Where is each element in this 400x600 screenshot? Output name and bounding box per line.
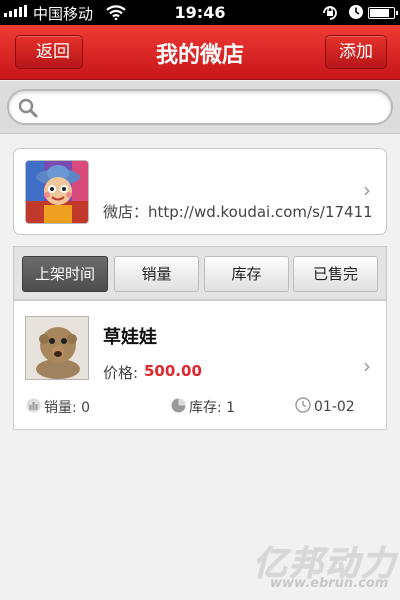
price-value: 500.00 (144, 362, 202, 380)
pie-chart-icon (171, 398, 186, 417)
sort-tabs: 上架时间 销量 库存 已售完 (13, 246, 387, 300)
product-thumbnail (25, 316, 89, 380)
battery-icon (368, 7, 398, 19)
tab-listing-time[interactable]: 上架时间 (22, 256, 108, 292)
watermark-url: www.ebrun.com (270, 576, 389, 591)
search-icon (18, 98, 38, 122)
bar-chart-icon (26, 398, 41, 417)
clock-icon (295, 397, 311, 417)
shop-card[interactable]: 微店：http://wd.koudai.com/s/17411 › (13, 148, 387, 235)
status-bar: 中国移动 19:46 (0, 0, 400, 25)
shop-url-label: 微店：http://wd.koudai.com/s/17411 (103, 203, 371, 221)
add-button[interactable]: 添加 (325, 35, 387, 69)
tab-sold-out[interactable]: 已售完 (293, 256, 378, 292)
status-time: 19:46 (174, 3, 226, 22)
product-item[interactable]: 草娃娃 价格: 500.00 › 销量: 0 库存: 1 01-02 (13, 300, 387, 430)
listing-date: 01-02 (314, 399, 355, 415)
shop-avatar (25, 160, 89, 224)
stock-stat: 库存: 1 (171, 397, 235, 417)
sales-count: 销量: 0 (44, 400, 91, 416)
price-label: 价格: (103, 364, 139, 382)
chevron-right-icon: › (363, 354, 371, 378)
tab-stock[interactable]: 库存 (204, 256, 289, 292)
search-input[interactable] (7, 89, 393, 125)
product-name: 草娃娃 (103, 327, 157, 348)
tab-sales[interactable]: 销量 (114, 256, 199, 292)
date-stat: 01-02 (295, 397, 355, 417)
sales-stat: 销量: 0 (26, 397, 90, 417)
nav-bar: 返回 我的微店 添加 (0, 25, 400, 80)
search-bar (0, 81, 400, 134)
chevron-right-icon: › (363, 178, 371, 202)
alarm-icon (348, 4, 364, 24)
stock-count: 库存: 1 (189, 400, 236, 416)
rotation-lock-icon (321, 4, 339, 26)
